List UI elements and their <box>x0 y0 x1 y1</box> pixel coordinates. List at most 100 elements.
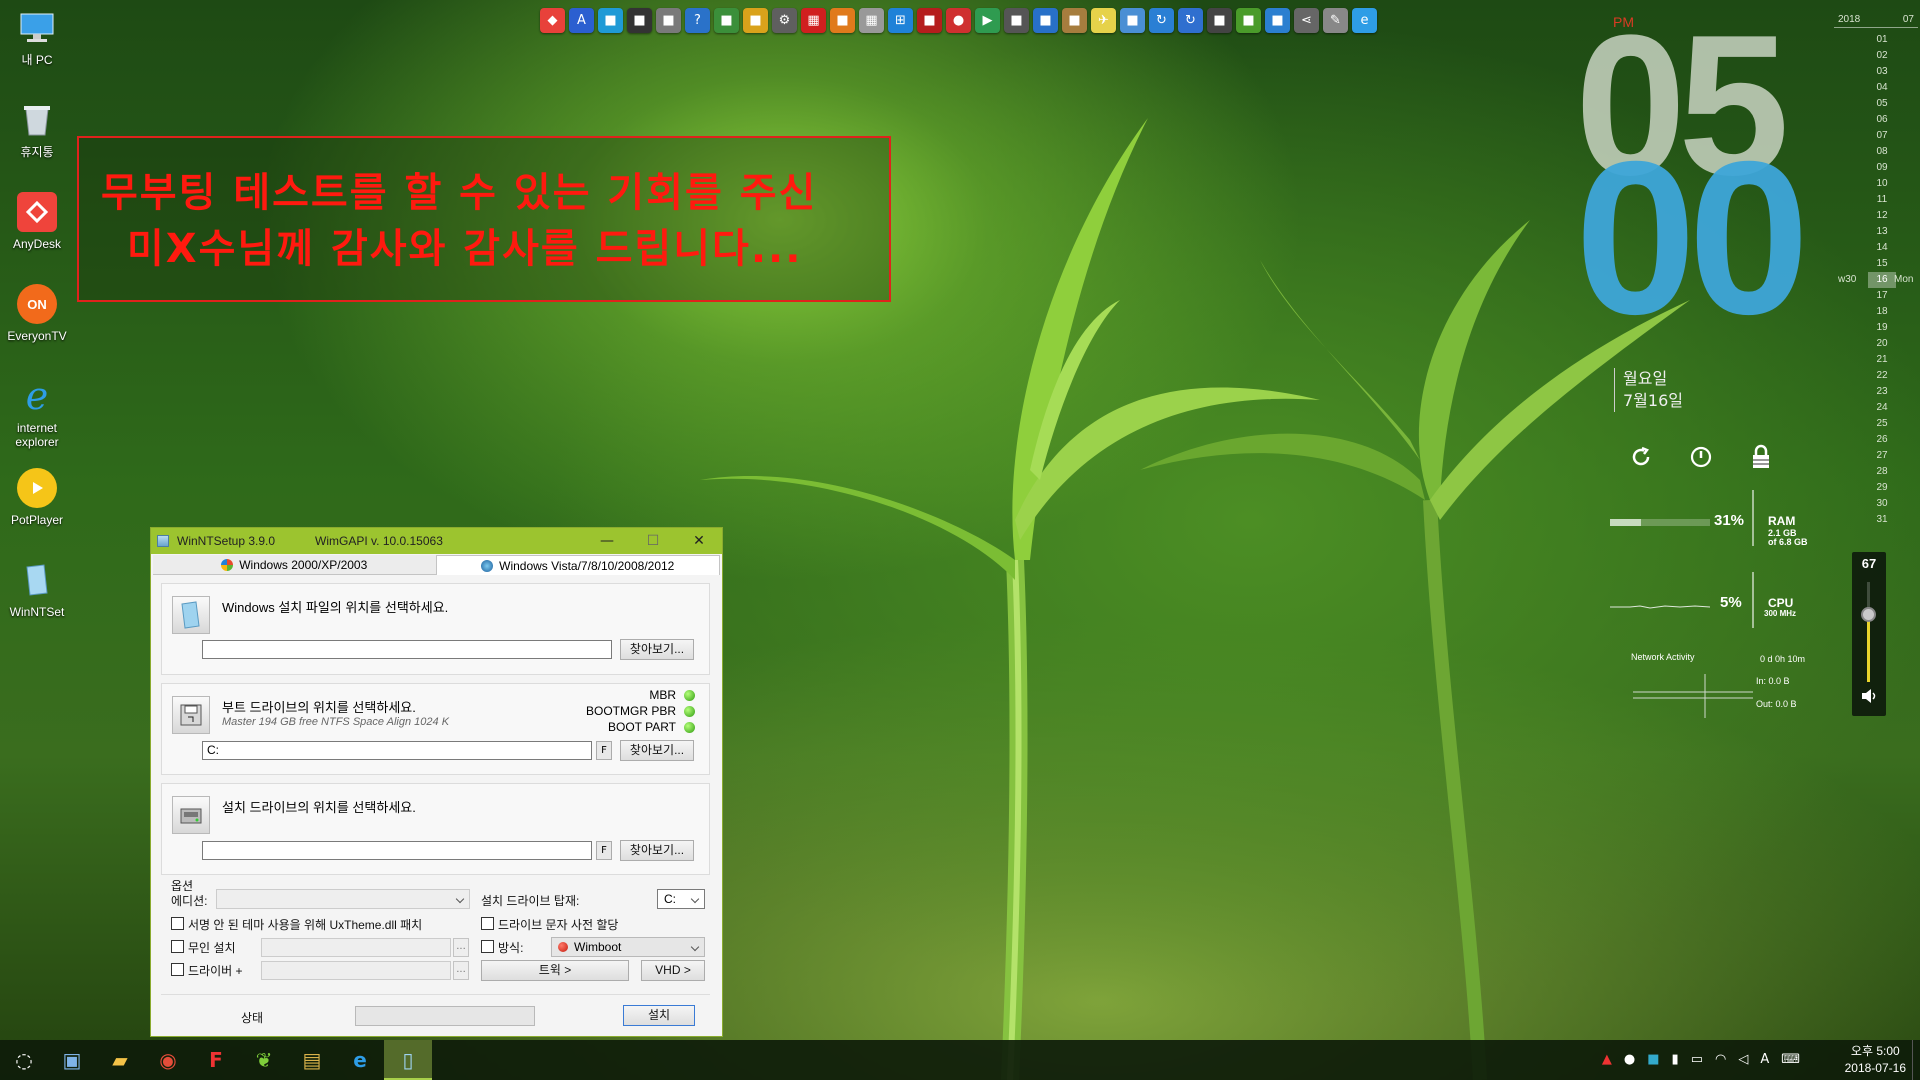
taskbar-clock[interactable]: 오후 5:00 2018-07-16 <box>1845 1043 1906 1077</box>
tab-windows-vista-plus[interactable]: Windows Vista/7/8/10/2008/2012 <box>435 555 720 575</box>
desktop-icon-winntsetup[interactable]: WinNTSet <box>4 556 70 648</box>
red-grid-icon[interactable]: ▦ <box>801 8 826 33</box>
start-icon[interactable]: ◌ <box>10 1046 38 1074</box>
game-pad-icon[interactable]: ■ <box>714 8 739 33</box>
lock-icon[interactable] <box>1748 444 1774 470</box>
source-browse-button[interactable]: 찾아보기... <box>620 639 694 660</box>
unattend-path-input[interactable] <box>261 938 451 957</box>
refresh-icon[interactable]: ↻ <box>1149 8 1174 33</box>
edition-select[interactable] <box>216 889 470 909</box>
blue-doc-icon[interactable]: ■ <box>1120 8 1145 33</box>
orange-doc-icon[interactable]: ■ <box>830 8 855 33</box>
volume-slider[interactable]: 67 <box>1852 552 1886 716</box>
archive-icon[interactable]: ▤ <box>298 1046 326 1074</box>
method-select[interactable]: Wimboot <box>551 937 705 957</box>
monitor-icon[interactable]: ■ <box>1207 8 1232 33</box>
wifi-icon[interactable]: ◠ <box>1715 1052 1726 1067</box>
calendar-day: 26 <box>1876 434 1888 445</box>
drivers-path-input[interactable] <box>261 961 451 980</box>
boot-browse-button[interactable]: 찾아보기... <box>620 740 694 761</box>
vhd-button[interactable]: VHD > <box>641 960 705 981</box>
windows-logo-icon[interactable]: ⊞ <box>888 8 913 33</box>
usb-icon[interactable]: ▮ <box>1672 1052 1679 1067</box>
boot-drive-input[interactable]: C: <box>202 741 592 760</box>
tab-windows-xp[interactable]: Windows 2000/XP/2003 <box>153 555 436 575</box>
uxtheme-checkbox[interactable] <box>171 917 184 930</box>
source-path-input[interactable] <box>202 640 612 659</box>
anydesk-icon[interactable]: ◆ <box>540 8 565 33</box>
battery-icon[interactable]: ▭ <box>1691 1052 1703 1067</box>
settings-icon[interactable]: ⚙ <box>772 8 797 33</box>
install-drive-input[interactable] <box>202 841 592 860</box>
refresh-icon[interactable] <box>1628 444 1654 470</box>
clock-weekday: 월요일 <box>1623 369 1668 388</box>
pen-icon[interactable]: ✎ <box>1323 8 1348 33</box>
install-format-button[interactable]: F <box>596 841 612 860</box>
disc-icon[interactable]: ■ <box>1062 8 1087 33</box>
calendar-day: 29 <box>1876 482 1888 493</box>
archive-icon[interactable]: ■ <box>656 8 681 33</box>
puzzle-icon[interactable]: ■ <box>1004 8 1029 33</box>
desktop-icon-potplayer[interactable]: PotPlayer <box>4 464 70 556</box>
word-a-icon[interactable]: A <box>569 8 594 33</box>
ime-a-icon[interactable]: A <box>1760 1052 1769 1067</box>
computer-icon[interactable]: ▣ <box>58 1046 86 1074</box>
window-titlebar[interactable]: WinNTSetup 3.9.0 WimGAPI v. 10.0.15063 —… <box>151 528 722 554</box>
drivers-browse-button[interactable]: ... <box>453 961 469 980</box>
windows-flag-icon[interactable]: ■ <box>1265 8 1290 33</box>
unattend-browse-button[interactable]: ... <box>453 938 469 957</box>
desktop-icon-recycle-bin[interactable]: 휴지통 <box>4 96 70 188</box>
calc-icon[interactable]: ▦ <box>859 8 884 33</box>
maximize-button[interactable]: ☐ <box>630 528 676 554</box>
install-browse-button[interactable]: 찾아보기... <box>620 840 694 861</box>
red-f-icon[interactable]: F <box>202 1046 230 1074</box>
show-desktop-button[interactable] <box>1912 1040 1920 1080</box>
method-checkbox[interactable] <box>481 940 494 953</box>
drivers-checkbox[interactable] <box>171 963 184 976</box>
paint-icon[interactable]: ■ <box>743 8 768 33</box>
desktop-icon-this-pc[interactable]: 내 PC <box>4 4 70 96</box>
bird-icon[interactable]: ✈ <box>1091 8 1116 33</box>
winntsetup-icon[interactable]: ▯ <box>394 1046 422 1074</box>
apple-icon[interactable]: ● <box>946 8 971 33</box>
calendar-day: 12 <box>1876 210 1888 221</box>
internet-explorer-icon: e <box>25 374 49 418</box>
chrome-like-icon[interactable]: ■ <box>1033 8 1058 33</box>
help-globe-icon[interactable]: ? <box>685 8 710 33</box>
share-icon[interactable]: ⋖ <box>1294 8 1319 33</box>
calendar-day: 22 <box>1876 370 1888 381</box>
speaker-icon[interactable] <box>1860 688 1878 708</box>
color-wheel-icon[interactable]: ■ <box>627 8 652 33</box>
boot-format-button[interactable]: F <box>596 741 612 760</box>
up-arrow-icon[interactable]: ▲ <box>1602 1052 1612 1067</box>
setup-button[interactable]: 설치 <box>623 1005 695 1026</box>
keyboard-icon[interactable]: ⌨ <box>1781 1052 1800 1067</box>
volume-track[interactable] <box>1861 582 1876 682</box>
folder-icon[interactable]: ▰ <box>106 1046 134 1074</box>
green-terminal-icon[interactable]: ■ <box>1236 8 1261 33</box>
chrome-icon[interactable]: ◉ <box>154 1046 182 1074</box>
desktop-icon-everyontv[interactable]: ON EveryonTV <box>4 280 70 372</box>
color-icon[interactable]: ■ <box>1647 1052 1659 1067</box>
desktop-icon-anydesk[interactable]: AnyDesk <box>4 188 70 280</box>
unattend-checkbox[interactable] <box>171 940 184 953</box>
power-icon[interactable] <box>1688 444 1714 470</box>
tweaks-button[interactable]: 트윅 > <box>481 960 629 981</box>
leaf-icon[interactable]: ❦ <box>250 1046 278 1074</box>
drop-icon[interactable]: ● <box>1624 1052 1635 1067</box>
volume-knob[interactable] <box>1861 607 1876 622</box>
close-button[interactable]: ✕ <box>676 528 722 554</box>
ie-refresh-icon[interactable]: ↻ <box>1178 8 1203 33</box>
mount-drive-select[interactable]: C: <box>657 889 705 909</box>
install-panel: 설치 드라이브의 위치를 선택하세요. F 찾아보기... <box>161 783 710 875</box>
speaker-icon[interactable]: ◁ <box>1738 1052 1748 1067</box>
predrive-checkbox[interactable] <box>481 917 494 930</box>
minimize-button[interactable]: — <box>584 528 630 554</box>
internet-explorer-icon[interactable]: e <box>346 1046 374 1074</box>
car-icon[interactable]: ■ <box>917 8 942 33</box>
circle-app-icon[interactable]: ■ <box>598 8 623 33</box>
desktop-icon-internet-explorer[interactable]: e internet explorer <box>4 372 70 464</box>
media-play-icon[interactable]: ▶ <box>975 8 1000 33</box>
calendar-day: 21 <box>1876 354 1888 365</box>
internet-explorer-icon[interactable]: e <box>1352 8 1377 33</box>
